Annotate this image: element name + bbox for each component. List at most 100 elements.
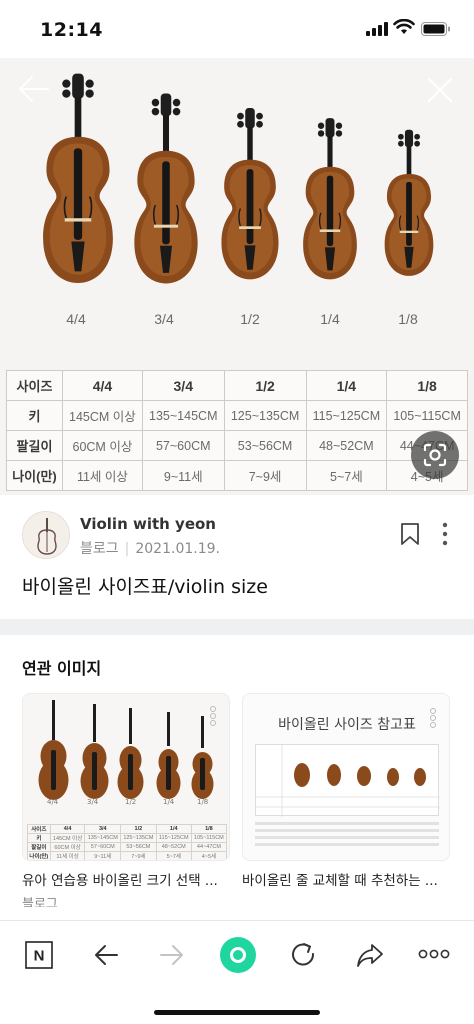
- table-cell: 1/2: [120, 824, 157, 834]
- thumb-size-label: 3/4: [87, 798, 99, 806]
- table-cell: 105~115CM: [190, 833, 228, 843]
- violin-avatar-icon: [37, 518, 57, 555]
- source-type: 블로그: [80, 541, 119, 557]
- thumb-text-lines: [255, 822, 439, 850]
- table-header-cell: 사이즈: [6, 370, 63, 401]
- table-cell: 4~5세: [190, 851, 228, 860]
- table-header-cell: 1/8: [386, 370, 468, 401]
- table-row: 팔길이 60CM 이상 57~60CM 53~56CM 48~52CM 44~4…: [6, 430, 468, 461]
- naver-n-icon: N: [25, 941, 53, 969]
- table-cell: 11세 이상: [62, 460, 143, 491]
- more-vertical-icon: [210, 706, 216, 726]
- wifi-icon: [393, 19, 415, 34]
- table-cell: 7~9세: [223, 460, 307, 491]
- thumb-size-label: 1/8: [197, 798, 209, 806]
- table-cell: 9~11세: [84, 851, 122, 860]
- table-cell: 3/4: [84, 824, 122, 834]
- violin-image: [43, 73, 113, 284]
- table-cell: 7~9세: [120, 851, 157, 860]
- refresh-icon[interactable]: [288, 940, 318, 970]
- thumb-image-title: 바이올린 사이즈 참고표: [278, 717, 416, 733]
- table-header-cell: 1/4: [305, 370, 388, 401]
- browser-toolbar: N: [0, 920, 474, 1024]
- thumb-size-table: 사이즈 4/4 3/4 1/2 1/4 1/8 키 145CM 이상 135~1…: [27, 824, 228, 860]
- cellular-signal-icon: [366, 22, 388, 36]
- table-cell: 사이즈: [27, 824, 51, 834]
- forward-icon[interactable]: [158, 941, 186, 969]
- table-cell: 145CM 이상: [62, 400, 143, 431]
- more-horizontal-icon[interactable]: [418, 948, 450, 960]
- violin-size-label: 4/4: [66, 311, 86, 327]
- table-header-cell: 3/4: [141, 370, 225, 401]
- more-vertical-icon[interactable]: [440, 521, 450, 547]
- violin-size-label: 1/4: [320, 311, 340, 327]
- green-dot-menu-icon[interactable]: [218, 935, 258, 975]
- size-chart-table: 사이즈 4/4 3/4 1/2 1/4 1/8 키 145CM 이상 135~1…: [6, 370, 468, 491]
- related-images-section: 연관 이미지 4/4 3/4 1/2 1/4 1/8 사이즈 4/4 3/4 1…: [0, 635, 474, 920]
- violin-size-label: 3/4: [154, 311, 174, 327]
- table-row-header: 팔길이: [6, 430, 63, 461]
- table-cell: 125~135CM: [120, 833, 157, 843]
- post-title[interactable]: 바이올린 사이즈표/violin size: [22, 572, 268, 599]
- share-icon[interactable]: [355, 940, 385, 970]
- related-image-caption[interactable]: 유아 연습용 바이올린 크기 선택 ...: [22, 869, 232, 889]
- thumb-size-label: 1/4: [163, 798, 175, 806]
- back-icon[interactable]: [92, 941, 120, 969]
- table-cell: 60CM 이상: [49, 842, 86, 852]
- table-cell: 팔길이: [27, 842, 51, 852]
- image-source-section: Violin with yeon 블로그 | 2021.01.19. 바이올린 사이…: [0, 495, 474, 619]
- violin-image: [221, 107, 279, 280]
- table-cell: 60CM 이상: [62, 430, 143, 461]
- bookmark-icon[interactable]: [400, 522, 420, 546]
- related-images-title: 연관 이미지: [22, 659, 102, 678]
- table-cell: 135~145CM: [141, 400, 225, 431]
- table-cell: 115~125CM: [305, 400, 388, 431]
- table-cell: 4/4: [49, 824, 86, 834]
- table-cell: 48~52CM: [155, 842, 192, 852]
- table-row: 키 145CM 이상 135~145CM 125~135CM 115~125CM…: [6, 400, 468, 431]
- table-header-row: 사이즈 4/4 3/4 1/2 1/4 1/8: [6, 370, 468, 401]
- more-vertical-icon: [430, 708, 436, 728]
- meta-separator: |: [124, 541, 130, 557]
- battery-icon: [421, 22, 450, 36]
- violin-size-label: 1/2: [240, 311, 260, 327]
- related-image-card[interactable]: 4/4 3/4 1/2 1/4 1/8 사이즈 4/4 3/4 1/2 1/4 …: [22, 693, 230, 861]
- table-cell: 53~56CM: [120, 842, 157, 852]
- table-row-header: 나이(만): [6, 460, 63, 491]
- post-date: 2021.01.19.: [135, 541, 220, 557]
- thumb-size-chart: [255, 744, 440, 817]
- table-cell: 53~56CM: [223, 430, 307, 461]
- table-cell: 5~7세: [305, 460, 388, 491]
- svg-text:N: N: [34, 948, 45, 965]
- blog-avatar[interactable]: [22, 511, 70, 559]
- thumb-size-label: 4/4: [47, 798, 59, 806]
- table-cell: 44~47CM: [190, 842, 228, 852]
- table-cell: 5~7세: [155, 851, 192, 860]
- related-image-card[interactable]: 바이올린 사이즈 참고표: [242, 693, 450, 861]
- violin-size-label: 1/8: [398, 311, 418, 327]
- thumb-size-label: 1/2: [125, 798, 137, 806]
- table-cell: 135~145CM: [84, 833, 122, 843]
- naver-home-button[interactable]: N: [25, 941, 53, 973]
- table-cell: 1/8: [190, 824, 228, 834]
- violin-thumbnail-row: [256, 745, 440, 817]
- table-cell: 키: [27, 833, 51, 843]
- hero-image[interactable]: 4/4 3/4 1/2 1/4 1/8 사이즈 4/4 3/4 1/2 1/4 …: [0, 58, 474, 495]
- home-indicator[interactable]: [154, 1010, 320, 1015]
- related-image-caption[interactable]: 바이올린 줄 교체할 때 추천하는 ...: [242, 869, 452, 889]
- table-header-cell: 4/4: [62, 370, 143, 401]
- blog-meta: 블로그 | 2021.01.19.: [80, 538, 220, 558]
- image-search-button[interactable]: [411, 431, 459, 479]
- table-cell: 1/4: [155, 824, 192, 834]
- violin-image: [384, 129, 434, 276]
- table-row: 팔길이 60CM 이상 57~60CM 53~56CM 48~52CM 44~4…: [27, 842, 228, 852]
- table-row-header: 키: [6, 400, 63, 431]
- table-cell: 9~11세: [141, 460, 225, 491]
- violin-image: [134, 93, 198, 284]
- table-row: 나이(만) 11세 이상 9~11세 7~9세 5~7세 4~5세: [27, 851, 228, 860]
- blog-name[interactable]: Violin with yeon: [80, 515, 216, 533]
- status-time: 12:14: [40, 19, 103, 41]
- related-image-source: 블로그: [22, 897, 58, 907]
- table-cell: 115~125CM: [155, 833, 192, 843]
- table-cell: 145CM 이상: [49, 833, 86, 843]
